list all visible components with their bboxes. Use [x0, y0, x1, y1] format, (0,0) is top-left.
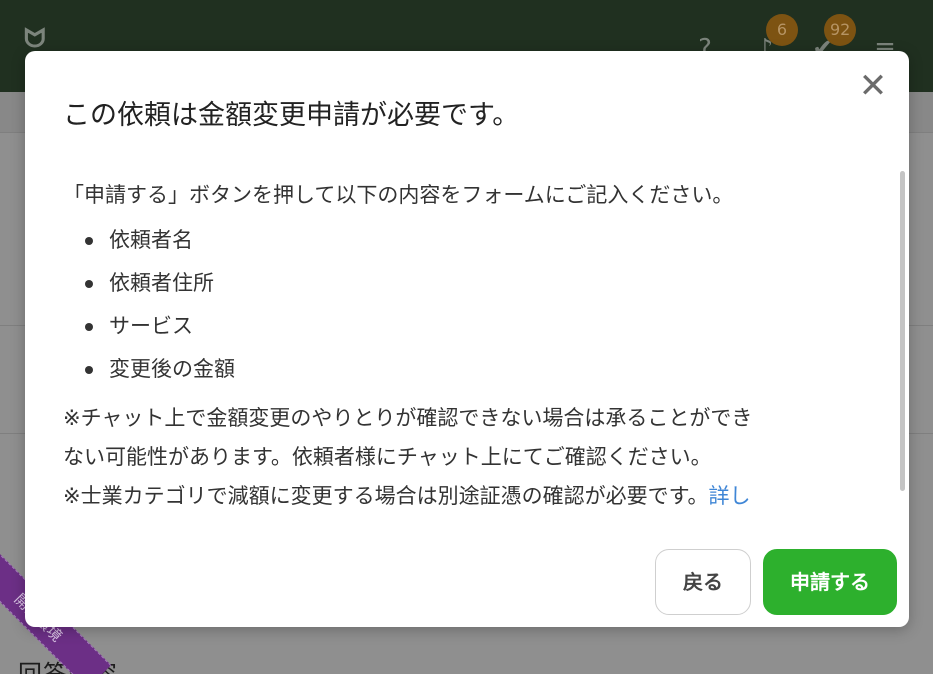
required-items-list: 依頼者名 依頼者住所 サービス 変更後の金額 — [63, 219, 873, 391]
bullet-icon — [85, 280, 93, 288]
bullet-icon — [85, 323, 93, 331]
list-item: 依頼者住所 — [63, 262, 873, 305]
notification-badge: 6 — [766, 14, 798, 46]
close-icon[interactable]: ✕ — [857, 69, 889, 103]
list-item-label: 変更後の金額 — [109, 357, 235, 381]
list-item: 変更後の金額 — [63, 348, 873, 391]
note-line: ない可能性があります。依頼者様にチャット上にてご確認ください。 — [63, 445, 712, 469]
app-logo-icon[interactable]: ᗢ — [24, 24, 66, 54]
apply-button[interactable]: 申請する — [763, 549, 897, 615]
list-item: サービス — [63, 305, 873, 348]
details-link[interactable]: 詳し — [709, 484, 751, 508]
amount-change-modal: この依頼は金額変更申請が必要です。 ✕ 「申請する」ボタンを押して以下の内容をフ… — [25, 51, 909, 627]
modal-intro-text: 「申請する」ボタンを押して以下の内容をフォームにご記入ください。 — [63, 183, 734, 207]
task-badge: 92 — [824, 14, 857, 46]
modal-scrollbar[interactable] — [900, 171, 905, 491]
list-item: 依頼者名 — [63, 219, 873, 262]
bullet-icon — [85, 237, 93, 245]
back-button[interactable]: 戻る — [655, 549, 751, 615]
modal-notes: ※チャット上で金額変更のやりとりが確認できない場合は承ることができ ない可能性が… — [63, 399, 873, 516]
bullet-icon — [85, 366, 93, 374]
list-item-label: 依頼者住所 — [109, 271, 214, 295]
list-item-label: サービス — [109, 314, 193, 338]
modal-body: 「申請する」ボタンを押して以下の内容をフォームにご記入ください。 依頼者名 依頼… — [63, 171, 873, 531]
note-line: ※チャット上で金額変更のやりとりが確認できない場合は承ることができ — [63, 406, 753, 430]
note-line: ※士業カテゴリで減額に変更する場合は別途証憑の確認が必要です。詳し — [63, 477, 873, 516]
list-item-label: 依頼者名 — [109, 228, 193, 252]
modal-title: この依頼は金額変更申請が必要です。 — [63, 100, 520, 131]
note-text: ※士業カテゴリで減額に変更する場合は別途証憑の確認が必要です。 — [63, 484, 709, 508]
